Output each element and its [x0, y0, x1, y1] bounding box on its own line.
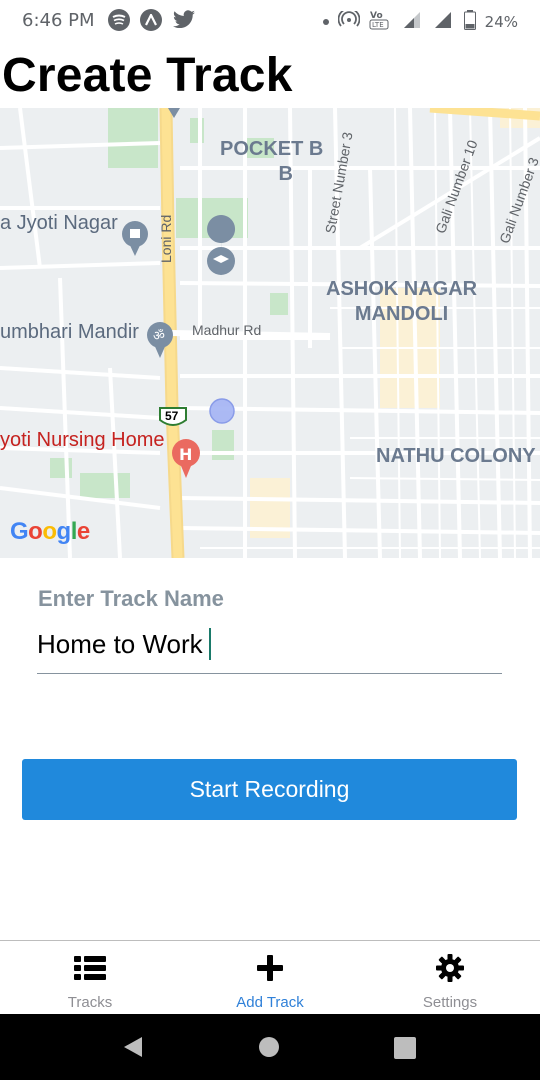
home-icon[interactable] [259, 1037, 279, 1057]
plus-icon [253, 951, 287, 985]
road-label-madhur: Madhur Rd [192, 322, 262, 338]
gear-icon [433, 951, 467, 985]
track-name-label: Enter Track Name [38, 586, 224, 611]
tab-settings[interactable]: Settings [360, 941, 540, 1014]
bottom-tab-bar: Tracks Add Track Settings [0, 940, 540, 1014]
page-title: Create Track [2, 49, 293, 102]
track-name-input[interactable] [37, 624, 502, 674]
map-view[interactable]: ॐ H POCKET B B ASHOK NAGAR MANDOLI NATHU … [0, 108, 540, 558]
list-icon [73, 951, 107, 985]
svg-text:ॐ: ॐ [153, 329, 165, 344]
place-label-mandir: umbhari Mandir [0, 321, 139, 343]
tab-settings-label: Settings [422, 994, 478, 1011]
google-logo: Google [10, 518, 90, 545]
back-icon[interactable] [122, 1035, 144, 1064]
tab-tracks[interactable]: Tracks [0, 941, 180, 1014]
twitter-icon [172, 9, 196, 36]
highway-number: 57 [165, 409, 179, 423]
status-time: 6:46 PM [22, 10, 95, 31]
battery-percent: 24% [484, 13, 518, 31]
svg-text:LTE: LTE [372, 21, 384, 29]
system-icons: Vo LTE 24% [322, 7, 518, 35]
area-label-pocket-b-text: POCKET B [220, 138, 324, 160]
signal-icon [402, 10, 424, 34]
road-label-loni: Loni Rd [158, 214, 174, 263]
recents-icon[interactable] [394, 1037, 416, 1059]
notification-icons [108, 9, 196, 36]
start-recording-button[interactable]: Start Recording [22, 759, 517, 820]
area-label-pocket-b: POCKET B B [220, 137, 323, 187]
status-bar: 6:46 PM Vo LTE 24% [0, 0, 540, 40]
area-label-pocket-b-sub: B [278, 163, 293, 185]
area-label-ashok-nagar: ASHOK NAGAR MANDOLI [326, 278, 478, 325]
place-label-jyoti-nagar: a Jyoti Nagar [0, 212, 118, 234]
volte-icon: Vo LTE [369, 9, 393, 35]
place-label-nursing-home: yoti Nursing Home [0, 429, 165, 451]
battery-icon [463, 10, 476, 34]
tab-add-track-label: Add Track [236, 994, 304, 1011]
spotify-icon [108, 9, 130, 31]
signal-icon-2 [433, 10, 455, 34]
place-pin-icon [122, 221, 148, 256]
app-icon [140, 9, 162, 31]
tab-tracks-label: Tracks [67, 994, 113, 1011]
area-label-nathu-colony: NATHU COLONY [376, 445, 536, 467]
svg-text:H: H [179, 445, 192, 464]
system-nav-bar [0, 1014, 540, 1080]
text-cursor [209, 628, 211, 660]
hotspot-icon [337, 7, 361, 33]
notification-dot [322, 19, 329, 25]
tab-add-track[interactable]: Add Track [180, 941, 360, 1014]
